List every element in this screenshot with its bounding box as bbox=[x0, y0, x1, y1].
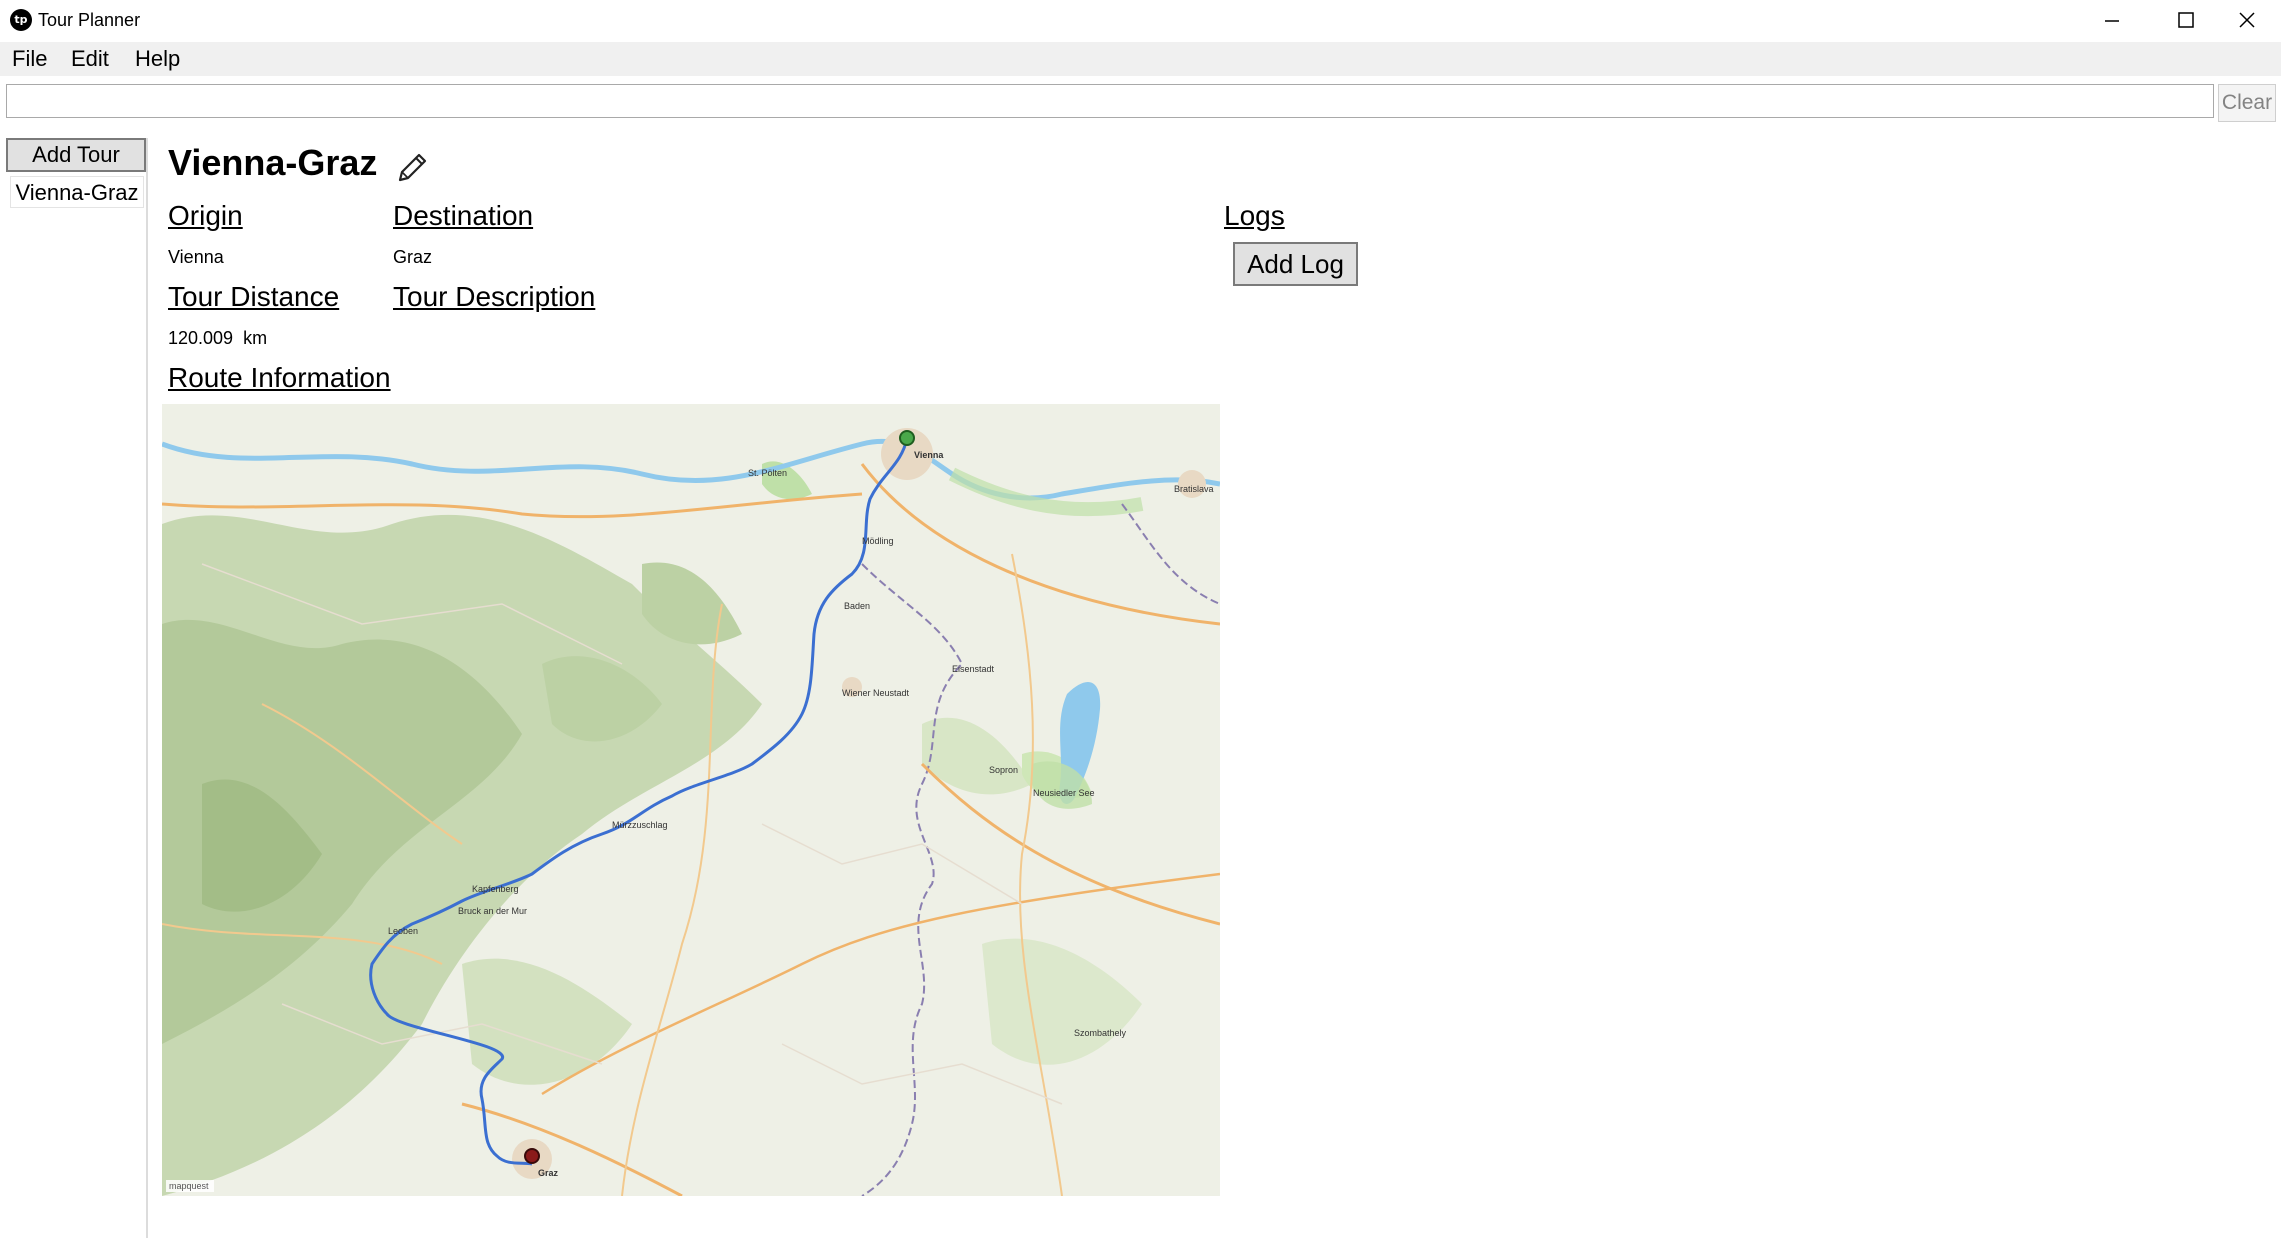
tour-list-item[interactable]: Vienna-Graz bbox=[10, 176, 144, 208]
maximize-button[interactable] bbox=[2145, 0, 2213, 42]
menu-file[interactable]: File bbox=[12, 47, 47, 71]
svg-text:mapquest: mapquest bbox=[169, 1181, 209, 1191]
map-label: St. Pölten bbox=[748, 468, 787, 478]
tour-distance-label: Tour Distance bbox=[168, 281, 340, 312]
search-input[interactable] bbox=[6, 84, 2214, 118]
tour-planner-logo-icon: tp bbox=[10, 9, 32, 31]
origin-label: Origin bbox=[168, 200, 243, 231]
add-tour-button[interactable]: Add Tour bbox=[6, 138, 146, 172]
map-label: Vienna bbox=[914, 450, 944, 460]
map-label: Mödling bbox=[862, 536, 894, 546]
close-button[interactable] bbox=[2213, 0, 2281, 42]
destination-label: Destination bbox=[393, 200, 534, 231]
map-label: Mürzzuschlag bbox=[612, 820, 668, 830]
minimize-button[interactable] bbox=[2077, 0, 2145, 42]
mapquest-logo: mapquest bbox=[166, 1180, 214, 1192]
menu-edit[interactable]: Edit bbox=[71, 47, 109, 71]
distance-number: 120.009 bbox=[168, 328, 234, 348]
tour-distance-value: 120.009 km bbox=[168, 327, 267, 349]
menu-bar: File Edit Help bbox=[0, 42, 2281, 76]
origin-value: Vienna bbox=[168, 247, 224, 267]
map-label: Bratislava bbox=[1174, 484, 1214, 494]
map-label: Wiener Neustadt bbox=[842, 688, 910, 698]
map-label: Leoben bbox=[388, 926, 418, 936]
map-label: Szombathely bbox=[1074, 1028, 1127, 1038]
menu-help[interactable]: Help bbox=[135, 47, 180, 71]
map-label: Graz bbox=[538, 1168, 559, 1178]
map-label: Sopron bbox=[989, 765, 1018, 775]
map-label: Neusiedler See bbox=[1033, 788, 1095, 798]
map-label: Eisenstadt bbox=[952, 664, 995, 674]
destination-value: Graz bbox=[393, 247, 433, 267]
route-information-label: Route Information bbox=[168, 362, 391, 393]
distance-unit: km bbox=[243, 328, 268, 348]
clear-button[interactable]: Clear bbox=[2218, 84, 2276, 122]
add-log-button[interactable]: Add Log bbox=[1233, 242, 1358, 286]
map-label: Kapfenberg bbox=[472, 884, 519, 894]
minimize-icon bbox=[2105, 20, 2119, 22]
tour-list[interactable]: Vienna-Graz bbox=[10, 176, 144, 1238]
close-icon bbox=[2239, 12, 2255, 28]
tour-description-label: Tour Description bbox=[393, 281, 596, 312]
title-bar: tp Tour Planner bbox=[0, 0, 2281, 42]
window-title: Tour Planner bbox=[38, 10, 141, 30]
maximize-icon bbox=[2178, 12, 2194, 28]
tour-sidebar: Add Tour Vienna-Graz bbox=[6, 138, 148, 1238]
logs-label: Logs bbox=[1224, 200, 1285, 231]
map-label: Bruck an der Mur bbox=[458, 906, 527, 916]
pencil-icon[interactable] bbox=[394, 150, 430, 186]
tour-title: Vienna-Graz bbox=[168, 142, 378, 183]
map-label: Baden bbox=[844, 601, 870, 611]
route-map-image: Vienna Graz Bratislava Wiener Neustadt E… bbox=[162, 404, 1220, 1196]
route-map: Vienna Graz Bratislava Wiener Neustadt E… bbox=[162, 404, 1220, 1196]
